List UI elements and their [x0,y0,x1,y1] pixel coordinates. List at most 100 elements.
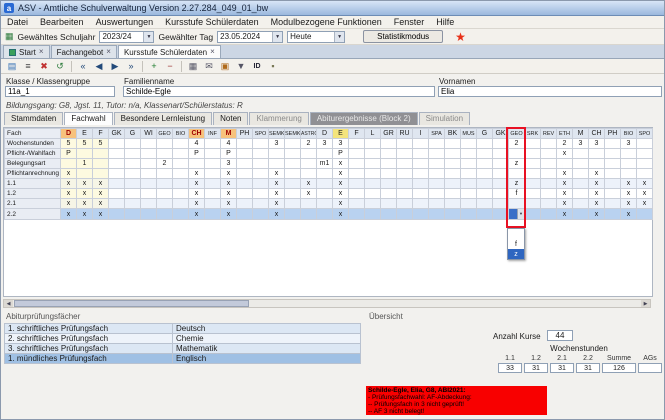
cell-2-1-36[interactable]: x [637,199,653,209]
cell-2-2-25[interactable] [461,209,477,220]
cell-pflicht-wahlfach-32[interactable] [573,149,589,159]
cell-pflichtanrechnung-4[interactable] [125,169,141,179]
menu-item-hilfe[interactable]: Hilfe [430,17,460,27]
cell-pflichtanrechnung-7[interactable] [173,169,189,179]
cell-wochenstunden-29[interactable] [525,139,541,149]
cell-1-1-34[interactable] [605,179,621,189]
cell-wochenstunden-36[interactable] [637,139,653,149]
column-header-e-1[interactable]: E [77,129,93,139]
tab-close-icon[interactable]: × [39,48,44,56]
cell-pflicht-wahlfach-31[interactable]: x [557,149,573,159]
cell-1-1-9[interactable] [205,179,221,189]
cell-pflicht-wahlfach-22[interactable] [413,149,429,159]
cell-1-2-29[interactable] [525,189,541,199]
column-header-srk-29[interactable]: SRK [525,129,541,139]
cell-2-2-14[interactable] [285,209,301,220]
cell-1-2-4[interactable] [125,189,141,199]
cell-2-2-31[interactable]: x [557,209,573,220]
cell-belegungsart-24[interactable] [445,159,461,169]
cell-belegungsart-6[interactable]: 2 [157,159,173,169]
cell-1-1-3[interactable] [109,179,125,189]
cell-2-2-7[interactable] [173,209,189,220]
cell-2-1-33[interactable]: x [589,199,605,209]
cell-pflichtanrechnung-29[interactable] [525,169,541,179]
cell-1-1-27[interactable] [493,179,509,189]
cell-1-2-33[interactable]: x [589,189,605,199]
cell-1-2-34[interactable] [605,189,621,199]
cell-2-2-26[interactable] [477,209,493,220]
cell-wochenstunden-7[interactable] [173,139,189,149]
cell-2-1-31[interactable]: x [557,199,573,209]
cell-wochenstunden-14[interactable] [285,139,301,149]
cell-1-1-36[interactable]: x [637,179,653,189]
cell-2-2-23[interactable] [429,209,445,220]
cell-2-2-16[interactable] [317,209,333,220]
chevron-down-icon[interactable]: ▼ [143,32,153,42]
column-header-spo-12[interactable]: SPO [253,129,269,139]
cell-wochenstunden-23[interactable] [429,139,445,149]
filter-icon[interactable]: ▼ [234,60,248,73]
cell-pflichtanrechnung-22[interactable] [413,169,429,179]
cell-2-1-19[interactable] [365,199,381,209]
cell-2-2-3[interactable] [109,209,125,220]
cell-belegungsart-16[interactable]: m1 [317,159,333,169]
cell-2-2-35[interactable]: x [621,209,637,220]
klasse-input[interactable] [5,86,115,97]
cell-pflichtanrechnung-3[interactable] [109,169,125,179]
cell-wochenstunden-31[interactable]: 2 [557,139,573,149]
last-record-icon[interactable]: » [124,60,138,73]
cell-pflichtanrechnung-6[interactable] [157,169,173,179]
cell-2-2-17[interactable]: x [333,209,349,220]
cell-belegungsart-11[interactable] [237,159,253,169]
abitur-row-3[interactable]: 3. schriftliches PrüfungsfachMathematik [5,344,361,354]
column-header-ch-33[interactable]: CH [589,129,605,139]
cell-1-1-28[interactable]: z [509,179,525,189]
cell-2-2-29[interactable] [525,209,541,220]
cell-1-2-8[interactable]: x [189,189,205,199]
cell-pflichtanrechnung-25[interactable] [461,169,477,179]
cell-1-2-27[interactable] [493,189,509,199]
cell-2-1-11[interactable] [237,199,253,209]
cell-pflichtanrechnung-11[interactable] [237,169,253,179]
cell-pflicht-wahlfach-23[interactable] [429,149,445,159]
cell-1-1-25[interactable] [461,179,477,189]
column-header-gk-27[interactable]: GK [493,129,509,139]
cell-2-2-32[interactable] [573,209,589,220]
cell-wochenstunden-33[interactable]: 3 [589,139,605,149]
cell-wochenstunden-16[interactable]: 3 [317,139,333,149]
refresh-icon[interactable]: ↺ [53,60,67,73]
cell-pflichtanrechnung-24[interactable] [445,169,461,179]
cell-pflichtanrechnung-32[interactable] [573,169,589,179]
cell-1-1-5[interactable] [141,179,157,189]
cell-pflicht-wahlfach-11[interactable] [237,149,253,159]
cell-pflicht-wahlfach-7[interactable] [173,149,189,159]
add-record-icon[interactable]: + [147,60,161,73]
cell-2-2-11[interactable] [237,209,253,220]
dropdown-option-z[interactable]: z [508,249,524,259]
cell-2-1-10[interactable]: x [221,199,237,209]
cell-2-2-20[interactable] [381,209,397,220]
cell-pflichtanrechnung-10[interactable]: x [221,169,237,179]
cell-pflicht-wahlfach-13[interactable] [269,149,285,159]
cell-pflicht-wahlfach-18[interactable] [349,149,365,159]
column-header-spo-36[interactable]: SPO [637,129,653,139]
cell-1-1-12[interactable] [253,179,269,189]
cell-belegungsart-10[interactable]: 3 [221,159,237,169]
cell-pflicht-wahlfach-8[interactable]: P [189,149,205,159]
cell-wochenstunden-19[interactable] [365,139,381,149]
cell-pflichtanrechnung-5[interactable] [141,169,157,179]
cell-belegungsart-13[interactable] [269,159,285,169]
cell-1-2-18[interactable] [349,189,365,199]
dropdown-option-f[interactable]: f [508,239,524,249]
cell-belegungsart-8[interactable] [189,159,205,169]
cell-wochenstunden-13[interactable]: 3 [269,139,285,149]
cell-2-2-4[interactable] [125,209,141,220]
cell-2-1-20[interactable] [381,199,397,209]
horizontal-scrollbar[interactable]: ◀ ▶ [3,299,651,308]
cell-2-1-1[interactable]: x [77,199,93,209]
cell-belegungsart-27[interactable] [493,159,509,169]
cell-1-2-36[interactable]: x [637,189,653,199]
cell-wochenstunden-4[interactable] [125,139,141,149]
column-header-mus-25[interactable]: MUS [461,129,477,139]
cell-wochenstunden-12[interactable] [253,139,269,149]
